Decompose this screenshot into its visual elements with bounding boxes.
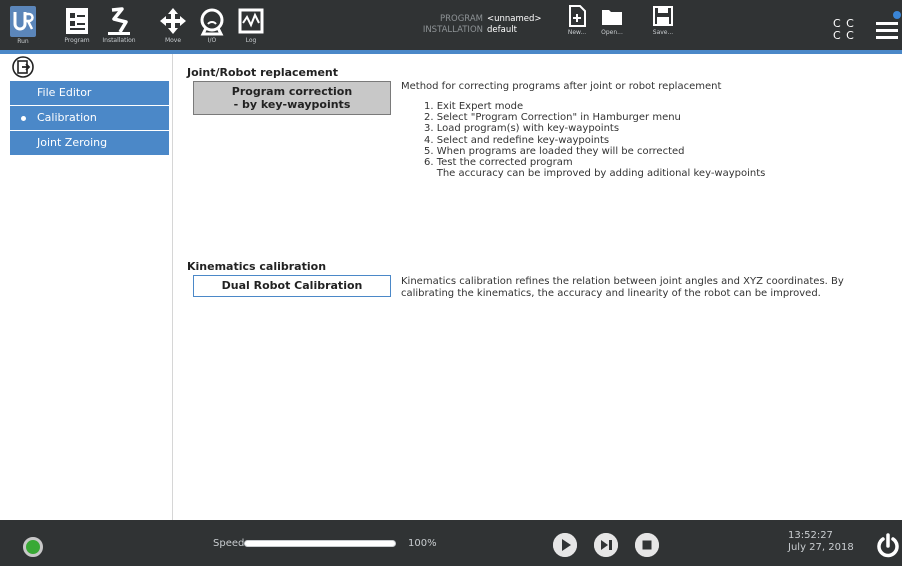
selected-bullet-icon: [21, 116, 26, 121]
open-folder-icon: [602, 10, 622, 25]
io-icon: [200, 8, 224, 36]
hamburger-menu-icon[interactable]: [876, 22, 898, 43]
dual-robot-calibration-button[interactable]: Dual Robot Calibration: [193, 275, 391, 297]
save-label: Save...: [652, 29, 674, 36]
step-item: 1. Exit Expert mode: [424, 101, 524, 112]
nav-io-label: I/O: [207, 37, 217, 44]
stop-button[interactable]: [635, 533, 659, 557]
sidebar-item-label: Joint Zeroing: [37, 136, 108, 149]
move-icon: [160, 8, 186, 34]
nav-log[interactable]: Log: [236, 0, 266, 50]
sidebar-item-joint-zeroing[interactable]: Joint Zeroing: [10, 131, 169, 155]
nav-program-label: Program: [64, 37, 90, 44]
nav-program[interactable]: Program: [60, 0, 94, 50]
joint-description: Method for correcting programs after joi…: [401, 81, 722, 92]
sidebar-item-label: File Editor: [37, 86, 92, 99]
installation-key: INSTALLATION: [422, 25, 483, 35]
cc-line-2: C C: [833, 29, 855, 42]
save-icon: [653, 6, 673, 26]
program-correction-button[interactable]: Program correction - by key-waypoints: [193, 81, 391, 115]
speed-label: Speed: [213, 538, 245, 549]
program-key: PROGRAM: [439, 14, 483, 24]
clock-date: July 27, 2018: [788, 542, 854, 553]
nav-installation-label: Installation: [102, 37, 136, 44]
program-value: <unnamed>: [487, 14, 542, 24]
ur-logo-icon: [10, 6, 36, 37]
nav-io[interactable]: I/O: [197, 0, 227, 50]
installation-icon: [108, 7, 130, 35]
nav-run[interactable]: Run: [8, 0, 38, 50]
installation-value: default: [487, 25, 517, 35]
speed-slider[interactable]: [244, 540, 396, 547]
play-button[interactable]: [553, 533, 577, 557]
clock-time: 13:52:27: [788, 530, 833, 541]
step-item: 4. Select and redefine key-waypoints: [424, 134, 610, 146]
open-button[interactable]: Open...: [597, 4, 627, 36]
nav-move[interactable]: Move: [158, 0, 188, 50]
new-button[interactable]: New...: [562, 4, 592, 36]
sidebar-item-label: Calibration: [37, 111, 97, 124]
exit-button[interactable]: [12, 56, 34, 78]
step-button[interactable]: [594, 533, 618, 557]
kinematics-description: Kinematics calibration refines the relat…: [401, 276, 844, 300]
kinematics-description-line2: calibrating the kinematics, the accuracy…: [401, 288, 821, 299]
sidebar-item-calibration[interactable]: Calibration: [10, 106, 169, 130]
kinematics-calibration-title: Kinematics calibration: [187, 260, 327, 273]
log-icon: [238, 8, 264, 34]
nav-move-label: Move: [164, 37, 182, 44]
kinematics-description-line1: Kinematics calibration refines the relat…: [401, 276, 844, 287]
step-item: 6. Test the corrected program: [424, 157, 573, 169]
program-info: PROGRAM <unnamed> INSTALLATION default: [400, 14, 542, 36]
nav-run-label: Run: [17, 38, 29, 45]
power-icon: [877, 533, 899, 558]
new-file-icon: [569, 5, 586, 27]
step-item: The accuracy can be improved by adding a…: [424, 168, 766, 180]
notification-dot: [893, 11, 901, 19]
robot-status-led[interactable]: [23, 537, 43, 557]
open-label: Open...: [601, 29, 623, 36]
clock: 13:52:27 July 27, 2018: [788, 530, 854, 554]
cc-indicator: C C C C: [833, 18, 855, 42]
save-button[interactable]: Save...: [648, 4, 678, 36]
nav-installation[interactable]: Installation: [96, 0, 142, 50]
stop-icon: [635, 533, 659, 557]
new-label: New...: [567, 29, 587, 36]
program-icon: [66, 8, 88, 34]
correction-steps: 1. Exit Expert mode 2. Select "Program C…: [424, 101, 765, 179]
step-item: 2. Select "Program Correction" in Hambur…: [424, 112, 681, 124]
nav-log-label: Log: [245, 37, 257, 44]
bottom-bar: [0, 520, 902, 566]
step-icon: [594, 533, 618, 557]
speed-value: 100%: [408, 538, 437, 549]
step-item: 3. Load program(s) with key-waypoints: [424, 123, 620, 135]
sidebar-item-file-editor[interactable]: File Editor: [10, 81, 169, 105]
play-icon: [553, 533, 577, 557]
program-correction-line2: - by key-waypoints: [233, 98, 351, 111]
power-button[interactable]: [875, 533, 901, 563]
exit-icon: [12, 56, 34, 78]
program-correction-line1: Program correction: [231, 85, 353, 98]
step-item: 5. When programs are loaded they will be…: [424, 145, 685, 157]
joint-robot-replacement-title: Joint/Robot replacement: [187, 66, 339, 79]
